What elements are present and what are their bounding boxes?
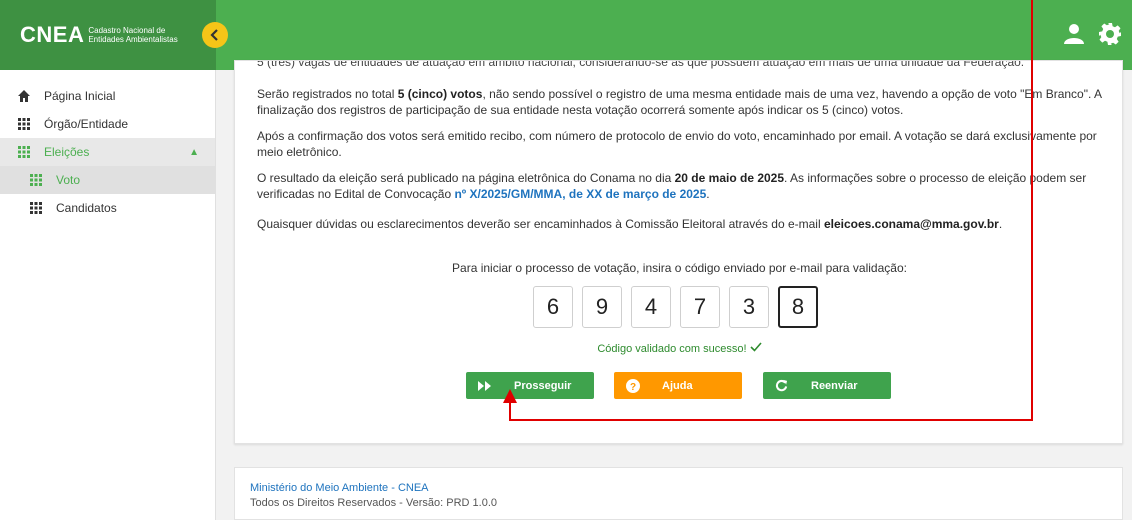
top-icons	[1062, 22, 1122, 49]
brand-subtitle: Cadastro Nacional de Entidades Ambiental…	[88, 26, 178, 44]
grid-icon	[28, 172, 44, 188]
sidebar-item-home[interactable]: Página Inicial	[0, 82, 215, 110]
brand-logo: CNEA	[20, 22, 85, 47]
user-icon[interactable]	[1062, 22, 1086, 49]
grid-icon	[16, 116, 32, 132]
footer-version: Todos os Direitos Reservados - Versão: P…	[250, 497, 498, 509]
text-bold: 5 (cinco) votos	[397, 87, 483, 101]
validation-text: Código validado com sucesso!	[597, 343, 747, 355]
code-digit-input[interactable]: 6	[533, 286, 573, 328]
email-text: eleicoes.conama@mma.gov.br	[823, 217, 999, 231]
button-label: Prosseguir	[514, 379, 572, 392]
resend-button[interactable]: Reenviar	[763, 372, 891, 399]
proceed-button[interactable]: Prosseguir	[466, 372, 594, 399]
text-bold: 20 de maio de 2025	[674, 171, 785, 185]
checkmark-icon	[750, 342, 762, 352]
annotation-line	[1031, 0, 1033, 421]
text: Serão registrados no total	[257, 87, 398, 101]
cut-off-text: 5 (três) vagas de entidades de atuação e…	[257, 61, 1025, 69]
sidebar: Página Inicial Órgão/Entidade Eleições ▲…	[0, 70, 216, 520]
paragraph-result: O resultado da eleição será publicado na…	[257, 170, 1107, 202]
chevron-left-icon	[210, 29, 218, 41]
footer-org[interactable]: Ministério do Meio Ambiente - CNEA	[250, 482, 1107, 494]
edital-link[interactable]: nº X/2025/GM/MMA, de XX de março de 2025	[454, 187, 706, 201]
code-digit-input[interactable]: 8	[778, 286, 818, 328]
paragraph-contact: Quaisquer dúvidas ou esclarecimentos dev…	[257, 216, 1107, 232]
button-label: Ajuda	[662, 379, 693, 392]
fast-forward-icon	[478, 380, 496, 391]
sidebar-item-label: Eleições	[44, 145, 90, 159]
sidebar-item-label: Voto	[56, 173, 81, 187]
sidebar-item-label: Página Inicial	[44, 89, 116, 103]
code-digit-input[interactable]: 9	[582, 286, 622, 328]
grid-icon	[16, 144, 32, 160]
paragraph-receipt: Após a confirmação dos votos será emitid…	[257, 129, 1097, 159]
paragraph-votes: Serão registrados no total 5 (cinco) vot…	[257, 86, 1107, 118]
brand: CNEA Cadastro Nacional de Entidades Ambi…	[0, 0, 216, 70]
code-inputs: 6 9 4 7 3 8	[533, 286, 818, 328]
annotation-arrow-icon	[503, 389, 517, 403]
collapse-sidebar-button[interactable]	[202, 22, 228, 48]
grid-icon	[28, 200, 44, 216]
code-prompt: Para iniciar o processo de votação, insi…	[452, 261, 907, 275]
sidebar-item-eleicoes[interactable]: Eleições ▲	[0, 138, 215, 166]
gear-icon[interactable]	[1098, 22, 1122, 49]
question-icon: ?	[626, 378, 644, 393]
text: .	[998, 217, 1003, 231]
code-digit-input[interactable]: 3	[729, 286, 769, 328]
sidebar-item-orgao[interactable]: Órgão/Entidade	[0, 110, 215, 138]
validation-message: Código validado com sucesso!	[235, 342, 1122, 355]
sidebar-item-label: Órgão/Entidade	[44, 117, 129, 131]
text: Quaisquer dúvidas ou esclarecimentos dev…	[257, 217, 824, 231]
button-label: Reenviar	[811, 379, 858, 392]
svg-text:?: ?	[630, 382, 636, 393]
refresh-icon	[775, 379, 793, 392]
sidebar-item-voto[interactable]: Voto	[0, 166, 215, 194]
code-digit-input[interactable]: 4	[631, 286, 671, 328]
sidebar-item-candidatos[interactable]: Candidatos	[0, 194, 215, 222]
voting-card: 5 (três) vagas de entidades de atuação e…	[234, 60, 1123, 444]
code-digit-input[interactable]: 7	[680, 286, 720, 328]
text: O resultado da eleição será publicado na…	[257, 171, 675, 185]
footer: Ministério do Meio Ambiente - CNEA Todos…	[234, 467, 1123, 520]
annotation-line	[509, 419, 1033, 421]
chevron-up-icon: ▲	[189, 146, 199, 158]
help-button[interactable]: ? Ajuda	[614, 372, 742, 399]
sidebar-item-label: Candidatos	[56, 201, 117, 215]
home-icon	[16, 88, 32, 104]
text: .	[706, 187, 710, 201]
